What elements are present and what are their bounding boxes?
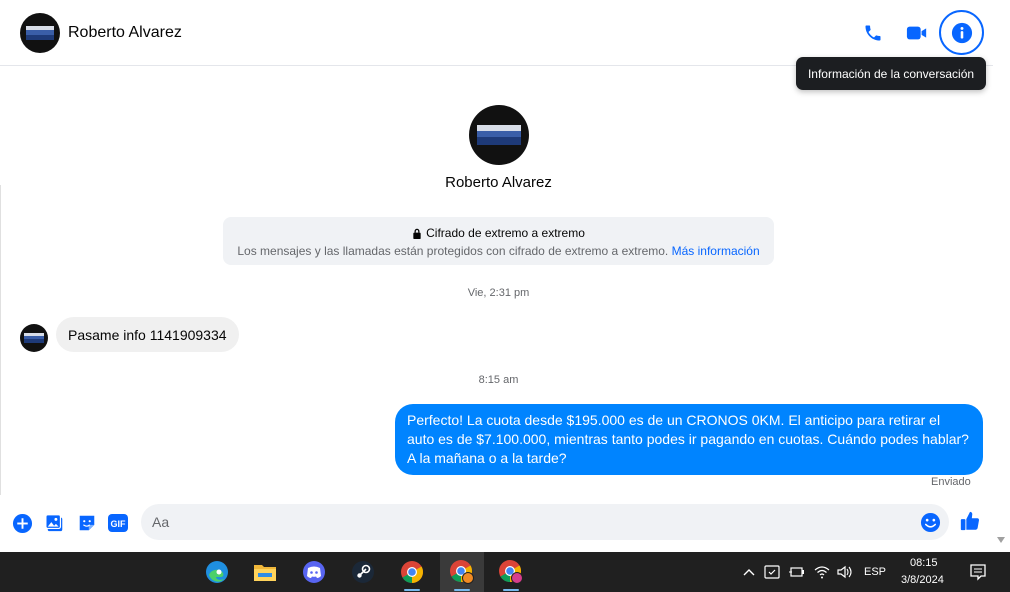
active-indicator — [404, 589, 420, 591]
message-input[interactable] — [152, 504, 912, 540]
profile-name: Roberto Alvarez — [445, 174, 552, 191]
outgoing-message[interactable]: Perfecto! La cuota desde $195.000 es de … — [395, 404, 983, 475]
message-status: Enviado — [931, 476, 971, 488]
chrome-profile-icon — [499, 560, 523, 584]
taskbar-file-explorer[interactable] — [243, 552, 287, 592]
plus-icon — [12, 513, 32, 533]
scroll-down-arrow-icon[interactable] — [997, 537, 1005, 543]
video-camera-icon — [906, 26, 927, 40]
encryption-title-text: Cifrado de extremo a extremo — [426, 226, 585, 240]
encryption-description: Los mensajes y las llamadas están proteg… — [223, 244, 774, 258]
conversation-info-button[interactable] — [939, 10, 984, 55]
taskbar-chrome-profile[interactable] — [489, 552, 533, 592]
message-timestamp: 8:15 am — [478, 374, 519, 386]
gif-label: GIF — [111, 519, 127, 529]
volume-icon[interactable] — [837, 564, 853, 580]
info-icon — [951, 22, 972, 43]
image-icon — [45, 514, 63, 532]
profile-avatar[interactable] — [469, 105, 529, 165]
video-call-button[interactable] — [901, 17, 933, 49]
attach-image-button[interactable] — [44, 512, 66, 534]
taskbar-discord[interactable] — [292, 552, 336, 592]
sender-avatar[interactable] — [20, 324, 48, 352]
message-timestamp: Vie, 2:31 pm — [467, 287, 530, 299]
chrome-icon — [401, 561, 423, 583]
show-hidden-icons-chevron-icon[interactable] — [741, 564, 757, 580]
sticker-icon — [79, 515, 95, 531]
taskbar-chrome-profile[interactable] — [440, 552, 484, 592]
send-like-button[interactable] — [959, 510, 981, 532]
chrome-profile-icon — [450, 560, 474, 584]
phone-icon — [865, 25, 881, 41]
notifications-icon[interactable] — [969, 563, 987, 581]
emoji-icon[interactable] — [920, 512, 941, 533]
taskbar-edge[interactable] — [195, 552, 239, 592]
message-composer: GIF — [0, 503, 993, 543]
messenger-window: Roberto Alvarez Información de la conver… — [0, 0, 1010, 592]
message-input-container[interactable] — [141, 504, 949, 540]
windows-taskbar: ESP 08:15 3/8/2024 — [0, 552, 1010, 592]
sticker-button[interactable] — [76, 512, 98, 534]
edge-icon — [206, 561, 228, 583]
info-tooltip: Información de la conversación — [796, 57, 986, 90]
wifi-icon[interactable] — [814, 564, 830, 580]
incoming-message[interactable]: Pasame info 1141909334 — [56, 317, 239, 352]
more-info-link[interactable]: Más información — [672, 244, 760, 258]
file-explorer-icon — [254, 565, 276, 581]
taskbar-steam[interactable] — [341, 552, 385, 592]
more-actions-button[interactable] — [11, 512, 33, 534]
active-indicator — [503, 589, 519, 591]
clock-time[interactable]: 08:15 — [910, 557, 938, 569]
encryption-notice: Cifrado de extremo a extremo Los mensaje… — [223, 217, 774, 265]
lock-icon — [413, 228, 421, 239]
left-divider — [0, 185, 4, 495]
language-indicator[interactable]: ESP — [864, 566, 886, 578]
contact-name[interactable]: Roberto Alvarez — [68, 24, 182, 42]
scrollbar[interactable] — [993, 0, 1010, 552]
encryption-title: Cifrado de extremo a extremo — [223, 226, 774, 240]
clock-date[interactable]: 3/8/2024 — [901, 574, 944, 586]
active-indicator — [454, 589, 470, 591]
contact-avatar[interactable] — [20, 13, 60, 53]
voice-call-button[interactable] — [857, 17, 889, 49]
discord-icon — [303, 561, 325, 583]
gif-icon: GIF — [108, 514, 128, 532]
security-tray-icon[interactable] — [764, 564, 780, 580]
gif-button[interactable]: GIF — [107, 512, 129, 534]
thumbs-up-icon — [960, 511, 980, 531]
taskbar-chrome[interactable] — [390, 552, 434, 592]
encryption-description-text: Los mensajes y las llamadas están proteg… — [237, 244, 669, 258]
steam-icon — [352, 561, 374, 583]
battery-icon[interactable] — [789, 564, 805, 580]
